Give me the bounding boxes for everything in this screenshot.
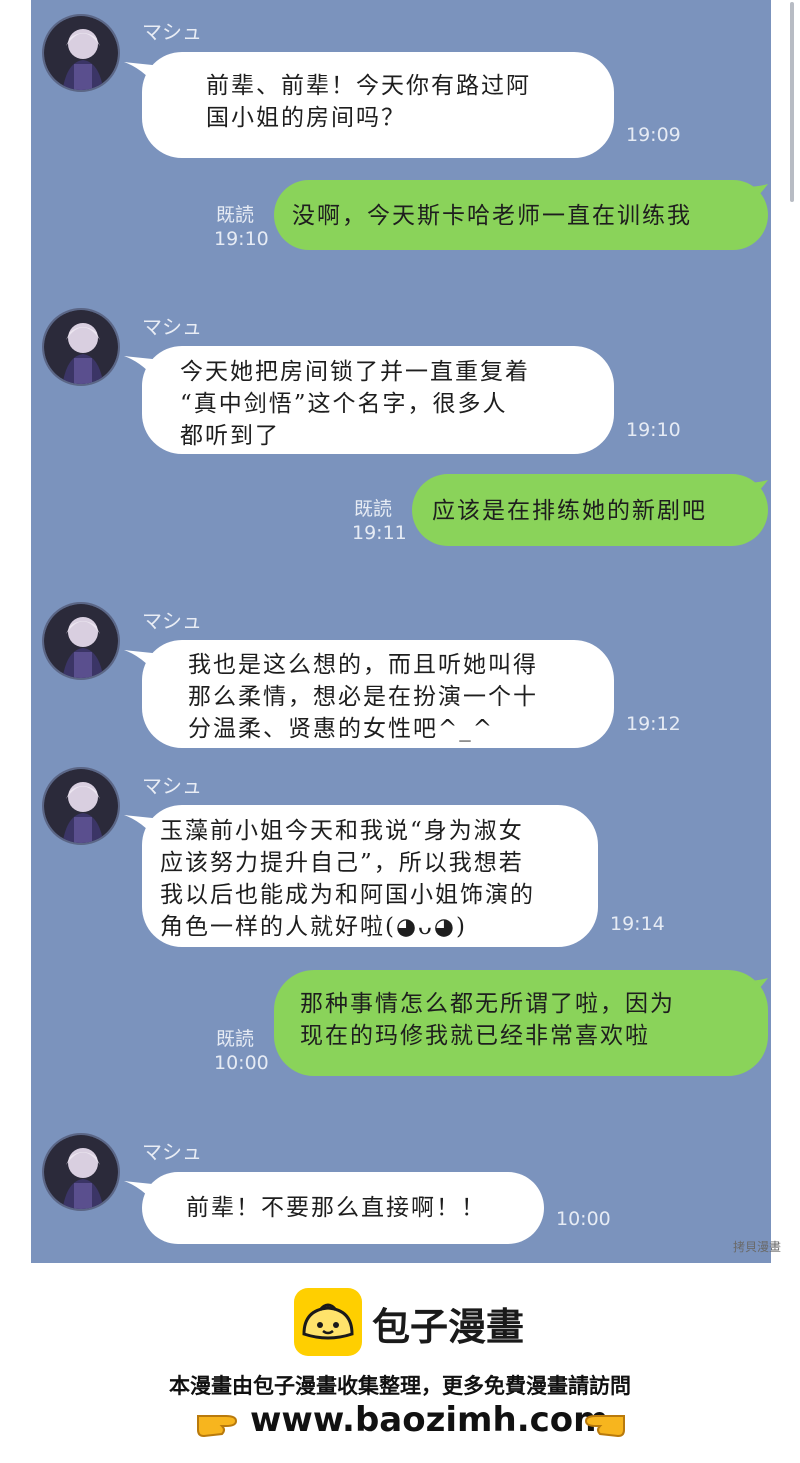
message-line: 今天她把房间锁了并一直重复着 (180, 359, 530, 385)
message-bubble[interactable]: 没啊，今天斯卡哈老师一直在训练我 (274, 180, 768, 250)
sender-name: マシュ (142, 609, 202, 633)
site-url-link[interactable]: www.baozimh.com (250, 1400, 609, 1440)
scrollbar-thumb[interactable] (790, 2, 794, 202)
sender-name: マシュ (142, 1140, 202, 1164)
message-bubble[interactable]: 玉藻前小姐今天和我说“身为淑女 应该努力提升自己”，所以我想若 我以后也能成为和… (142, 805, 598, 947)
sender-name: マシュ (142, 20, 202, 44)
message-line: 我以后也能成为和阿国小姐饰演的 (160, 882, 535, 908)
message-time: 10:00 (214, 1052, 269, 1074)
message-line: 那种事情怎么都无所谓了啦，因为 (300, 991, 675, 1017)
message-line: 现在的玛修我就已经非常喜欢啦 (300, 1023, 650, 1049)
message-time: 19:11 (352, 522, 407, 544)
message-time: 19:14 (610, 913, 665, 935)
url-row: www.baozimh.com (0, 1400, 800, 1448)
footer-notice: 本漫畫由包子漫畫收集整理，更多免費漫畫請訪問 (169, 1374, 631, 1398)
message-line: 角色一样的人就好啦(◕ᴗ◕) (160, 914, 467, 940)
watermark: 拷貝漫畫 (733, 1240, 782, 1254)
message-line: 前辈！不要那么直接啊！！ (186, 1195, 486, 1221)
message-line: 应该是在排练她的新剧吧 (432, 498, 707, 524)
avatar[interactable] (42, 1133, 120, 1211)
sender-name: マシュ (142, 315, 202, 339)
message-bubble[interactable]: 今天她把房间锁了并一直重复着 “真中剑悟”这个名字，很多人 都听到了 (142, 346, 614, 454)
brand-name: 包子漫畫 (372, 1305, 525, 1349)
avatar[interactable] (42, 308, 120, 386)
message-bubble[interactable]: 前辈、前辈！今天你有路过阿 国小姐的房间吗？ (142, 52, 614, 158)
message-line: 分温柔、贤惠的女性吧^_^ (188, 716, 495, 742)
message-line: 那么柔情，想必是在扮演一个十 (188, 684, 538, 710)
message-line: 都听到了 (180, 423, 280, 449)
message-line: 我也是这么想的，而且听她叫得 (188, 652, 538, 678)
message-line: 没啊，今天斯卡哈老师一直在训练我 (292, 203, 692, 229)
message-time: 19:09 (626, 124, 681, 146)
message-line: 应该努力提升自己”，所以我想若 (160, 850, 524, 876)
message-time: 10:00 (556, 1208, 611, 1230)
bun-logo-icon (294, 1288, 362, 1356)
sender-name: マシュ (142, 774, 202, 798)
message-bubble[interactable]: 那种事情怎么都无所谓了啦，因为 现在的玛修我就已经非常喜欢啦 (274, 970, 768, 1076)
message-line: “真中剑悟”这个名字，很多人 (180, 391, 508, 417)
avatar[interactable] (42, 602, 120, 680)
message-line: 玉藻前小姐今天和我说“身为淑女 (160, 818, 524, 844)
message-bubble[interactable]: 前辈！不要那么直接啊！！ (142, 1172, 544, 1244)
avatar[interactable] (42, 14, 120, 92)
read-status: 既読 (216, 204, 255, 226)
avatar[interactable] (42, 767, 120, 845)
message-time: 19:12 (626, 713, 681, 735)
message-time: 19:10 (626, 419, 681, 441)
message-bubble[interactable]: 应该是在排练她的新剧吧 (412, 474, 768, 546)
message-line: 国小姐的房间吗？ (206, 105, 406, 131)
message-time: 19:10 (214, 228, 269, 250)
read-status: 既読 (216, 1028, 255, 1050)
message-bubble[interactable]: 我也是这么想的，而且听她叫得 那么柔情，想必是在扮演一个十 分温柔、贤惠的女性吧… (142, 640, 614, 748)
pointing-hand-right-icon (197, 1415, 238, 1438)
pointing-hand-left-icon (584, 1415, 625, 1438)
message-line: 前辈、前辈！今天你有路过阿 (206, 73, 531, 99)
read-status: 既読 (354, 498, 393, 520)
